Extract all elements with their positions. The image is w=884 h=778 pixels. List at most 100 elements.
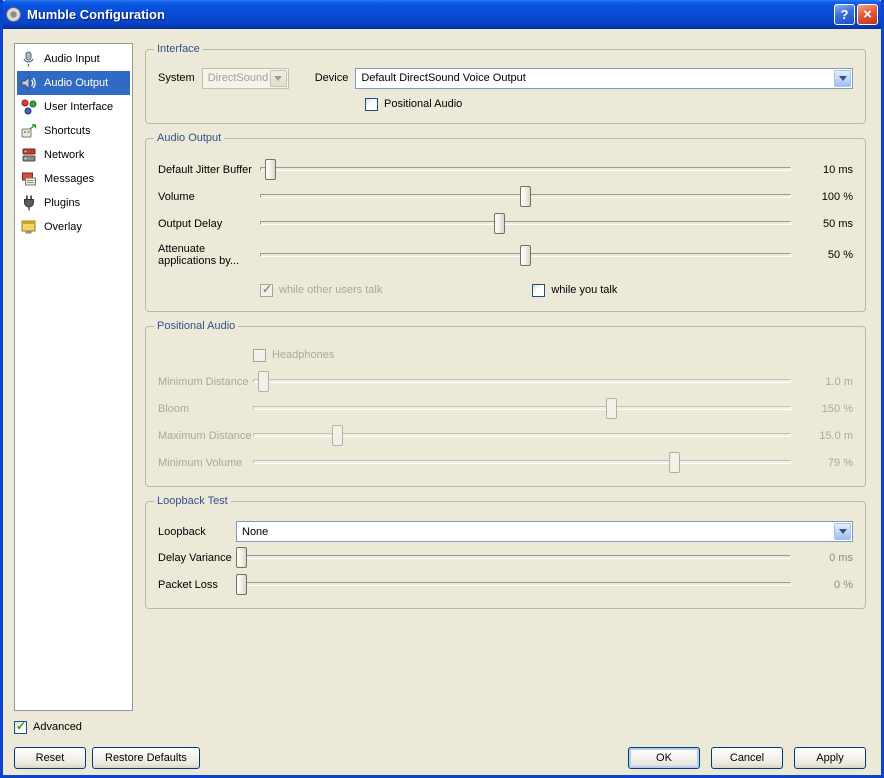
reset-button[interactable]: Reset — [14, 747, 86, 769]
checkbox-label: while other users talk — [279, 284, 382, 296]
user-interface-icon — [20, 98, 38, 116]
sidebar-item-shortcuts[interactable]: Shortcuts — [17, 119, 130, 143]
slider-handle[interactable] — [258, 371, 269, 392]
loopback-combobox[interactable]: None — [236, 521, 853, 542]
audio-input-icon — [20, 50, 38, 68]
bloom-slider[interactable] — [253, 398, 791, 419]
headphones-checkbox[interactable]: ✓ Headphones — [253, 349, 334, 362]
cancel-button[interactable]: Cancel — [711, 747, 783, 769]
volume-slider[interactable] — [260, 186, 791, 207]
messages-icon — [20, 170, 38, 188]
apply-button[interactable]: Apply — [794, 747, 866, 769]
slider-groove — [236, 582, 791, 586]
while-you-talk-checkbox[interactable]: ✓ while you talk — [532, 284, 617, 297]
chevron-down-icon[interactable] — [834, 523, 851, 540]
loopback-combobox-value: None — [237, 526, 834, 538]
slider-handle[interactable] — [236, 574, 247, 595]
checkbox-box: ✓ — [253, 349, 266, 362]
sidebar-item-plugins[interactable]: Plugins — [17, 191, 130, 215]
jitter-buffer-slider[interactable] — [260, 159, 791, 180]
maximum-distance-value: 15.0 m — [799, 430, 853, 442]
sidebar-item-label: Audio Output — [44, 77, 108, 89]
sidebar-item-user-interface[interactable]: User Interface — [17, 95, 130, 119]
restore-defaults-button[interactable]: Restore Defaults — [92, 747, 200, 769]
sidebar-item-label: Messages — [44, 173, 94, 185]
positional-audio-group: Positional Audio ✓ Headphones Minimum Di… — [145, 326, 866, 487]
attenuate-label: Attenuate applications by... — [158, 243, 260, 267]
delay-variance-value: 0 ms — [799, 552, 853, 564]
device-label: Device — [315, 72, 349, 84]
slider-handle[interactable] — [494, 213, 505, 234]
close-button[interactable]: × — [857, 4, 878, 25]
volume-value: 100 % — [799, 191, 853, 203]
slider-handle[interactable] — [669, 452, 680, 473]
slider-handle[interactable] — [606, 398, 617, 419]
chevron-down-icon[interactable] — [834, 70, 851, 87]
network-icon — [20, 146, 38, 164]
minimum-distance-slider[interactable] — [253, 371, 791, 392]
sidebar-item-label: Network — [44, 149, 84, 161]
overlay-icon — [20, 218, 38, 236]
shortcuts-icon — [20, 122, 38, 140]
positional-audio-checkbox[interactable]: ✓ Positional Audio — [365, 98, 462, 111]
checkbox-box: ✓ — [365, 98, 378, 111]
checkbox-label: Headphones — [272, 349, 334, 361]
chevron-down-icon[interactable] — [270, 70, 287, 87]
checkbox-label: Advanced — [33, 721, 82, 733]
attenuate-row: Attenuate applications by... 50 % — [158, 237, 853, 273]
advanced-checkbox[interactable]: ✓ Advanced — [14, 721, 82, 734]
while-other-users-talk-checkbox[interactable]: ✓ while other users talk — [260, 284, 382, 297]
system-combobox[interactable]: DirectSound — [202, 68, 289, 89]
check-icon: ✓ — [16, 720, 26, 732]
slider-groove — [253, 460, 791, 464]
bloom-row: Bloom 150 % — [158, 395, 853, 422]
help-button[interactable]: ? — [834, 4, 855, 25]
audio-output-icon — [20, 74, 38, 92]
settings-panel: Interface System DirectSound Device Defa… — [145, 43, 866, 711]
mumble-configuration-window: Mumble Configuration ? × Audio Input Aud… — [0, 0, 884, 778]
minimum-volume-slider[interactable] — [253, 452, 791, 473]
sidebar-item-label: Shortcuts — [44, 125, 90, 137]
slider-groove — [260, 167, 791, 171]
minimum-distance-row: Minimum Distance 1.0 m — [158, 368, 853, 395]
slider-handle[interactable] — [520, 245, 531, 266]
audio-output-group: Audio Output Default Jitter Buffer 10 ms… — [145, 138, 866, 312]
packet-loss-label: Packet Loss — [158, 579, 236, 591]
device-combobox[interactable]: Default DirectSound Voice Output — [355, 68, 853, 89]
slider-handle[interactable] — [332, 425, 343, 446]
group-title: Positional Audio — [154, 320, 238, 332]
slider-groove — [260, 221, 791, 225]
ok-button[interactable]: OK — [628, 747, 700, 769]
sidebar-item-network[interactable]: Network — [17, 143, 130, 167]
sidebar-item-messages[interactable]: Messages — [17, 167, 130, 191]
slider-groove — [253, 406, 791, 410]
attenuate-slider[interactable] — [260, 245, 791, 266]
interface-group: Interface System DirectSound Device Defa… — [145, 49, 866, 124]
jitter-buffer-label: Default Jitter Buffer — [158, 164, 260, 176]
titlebar[interactable]: Mumble Configuration ? × — [0, 0, 884, 29]
loopback-test-group: Loopback Test Loopback None Delay Varian… — [145, 501, 866, 609]
maximum-distance-label: Maximum Distance — [158, 430, 253, 442]
slider-handle[interactable] — [520, 186, 531, 207]
delay-variance-label: Delay Variance — [158, 552, 236, 564]
sidebar-item-audio-input[interactable]: Audio Input — [17, 47, 130, 71]
output-delay-slider[interactable] — [260, 213, 791, 234]
device-combobox-value: Default DirectSound Voice Output — [356, 72, 834, 84]
delay-variance-slider[interactable] — [236, 547, 791, 568]
settings-category-list: Audio Input Audio Output User Interface — [14, 43, 133, 711]
slider-groove — [236, 555, 791, 559]
slider-handle[interactable] — [265, 159, 276, 180]
maximum-distance-slider[interactable] — [253, 425, 791, 446]
slider-handle[interactable] — [236, 547, 247, 568]
delay-variance-row: Delay Variance 0 ms — [158, 544, 853, 571]
window-title: Mumble Configuration — [27, 7, 832, 22]
volume-row: Volume 100 % — [158, 183, 853, 210]
packet-loss-row: Packet Loss 0 % — [158, 571, 853, 598]
sidebar-item-overlay[interactable]: Overlay — [17, 215, 130, 239]
packet-loss-slider[interactable] — [236, 574, 791, 595]
minimum-distance-value: 1.0 m — [799, 376, 853, 388]
sidebar-item-audio-output[interactable]: Audio Output — [17, 71, 130, 95]
sidebar-item-label: Audio Input — [44, 53, 100, 65]
group-title: Audio Output — [154, 132, 224, 144]
mumble-app-icon — [5, 6, 22, 23]
